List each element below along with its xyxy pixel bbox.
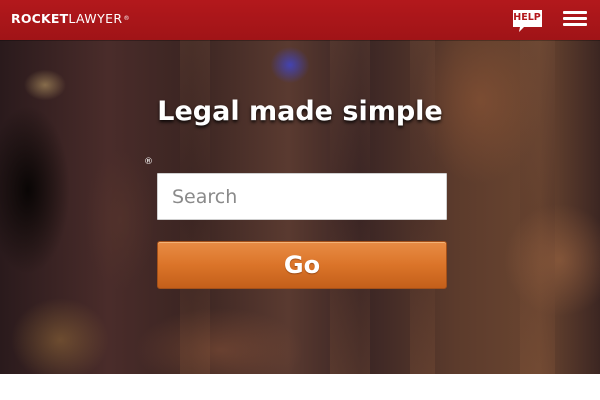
help-label: HELP xyxy=(513,12,541,23)
page: ROCKETLAWYER® HELP Legal made simple ® G… xyxy=(0,0,600,400)
help-button[interactable]: HELP xyxy=(512,9,543,33)
logo-registered-mark: ® xyxy=(123,15,130,22)
hero-title: Legal made simple xyxy=(157,96,443,127)
background-light-streak xyxy=(520,40,555,374)
go-button[interactable]: Go xyxy=(157,241,447,289)
hamburger-menu-icon[interactable] xyxy=(563,11,587,27)
rocket-lawyer-logo[interactable]: ROCKETLAWYER® xyxy=(11,12,130,26)
logo-lawyer-text: LAWYER xyxy=(68,11,123,26)
menu-line-top xyxy=(563,11,587,14)
search-input[interactable] xyxy=(157,173,447,220)
menu-line-bottom xyxy=(563,23,587,26)
page-footer-area xyxy=(0,374,600,400)
top-nav-bar: ROCKETLAWYER® HELP xyxy=(0,0,600,40)
registered-mark: ® xyxy=(144,157,153,167)
menu-line-middle xyxy=(563,17,587,20)
logo-rocket-text: ROCKET xyxy=(11,11,69,26)
